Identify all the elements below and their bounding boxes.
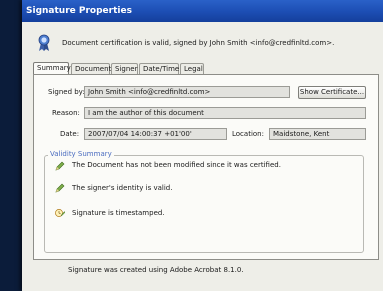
signature-properties-window: Signature Properties Document certificat… [22, 0, 383, 291]
reason-field[interactable]: I am the author of this document [84, 107, 366, 119]
location-label: Location: [232, 130, 264, 138]
tab-date-time[interactable]: Date/Time [139, 63, 179, 74]
validity-item-timestamped: Signature is timestamped. [72, 209, 165, 217]
pen-check-icon [55, 183, 65, 193]
clock-pen-icon [55, 209, 65, 217]
tab-document[interactable]: Document [71, 63, 111, 74]
validity-summary-title: Validity Summary [48, 150, 114, 158]
location-field[interactable]: Maidstone, Kent [269, 128, 366, 140]
date-field[interactable]: 2007/07/04 14:00:37 +01'00' [84, 128, 227, 140]
certification-message: Document certification is valid, signed … [62, 39, 335, 47]
date-label: Date: [60, 130, 80, 138]
certificate-ribbon-icon [38, 34, 50, 51]
pen-check-icon [55, 161, 65, 171]
tab-signer[interactable]: Signer [111, 63, 138, 74]
show-certificate-button[interactable]: Show Certificate... [298, 86, 366, 99]
validity-summary-group [44, 155, 364, 253]
tab-legal[interactable]: Legal [180, 63, 204, 74]
reason-label: Reason: [52, 109, 80, 117]
validity-item-unmodified: The Document has not been modified since… [72, 161, 281, 169]
signed-by-label: Signed by: [48, 88, 85, 96]
validity-item-identity: The signer's identity is valid. [72, 184, 173, 192]
window-title: Signature Properties [22, 0, 383, 22]
creation-info: Signature was created using Adobe Acroba… [68, 266, 244, 274]
signed-by-field[interactable]: John Smith <info@credfinltd.com> [84, 86, 290, 98]
